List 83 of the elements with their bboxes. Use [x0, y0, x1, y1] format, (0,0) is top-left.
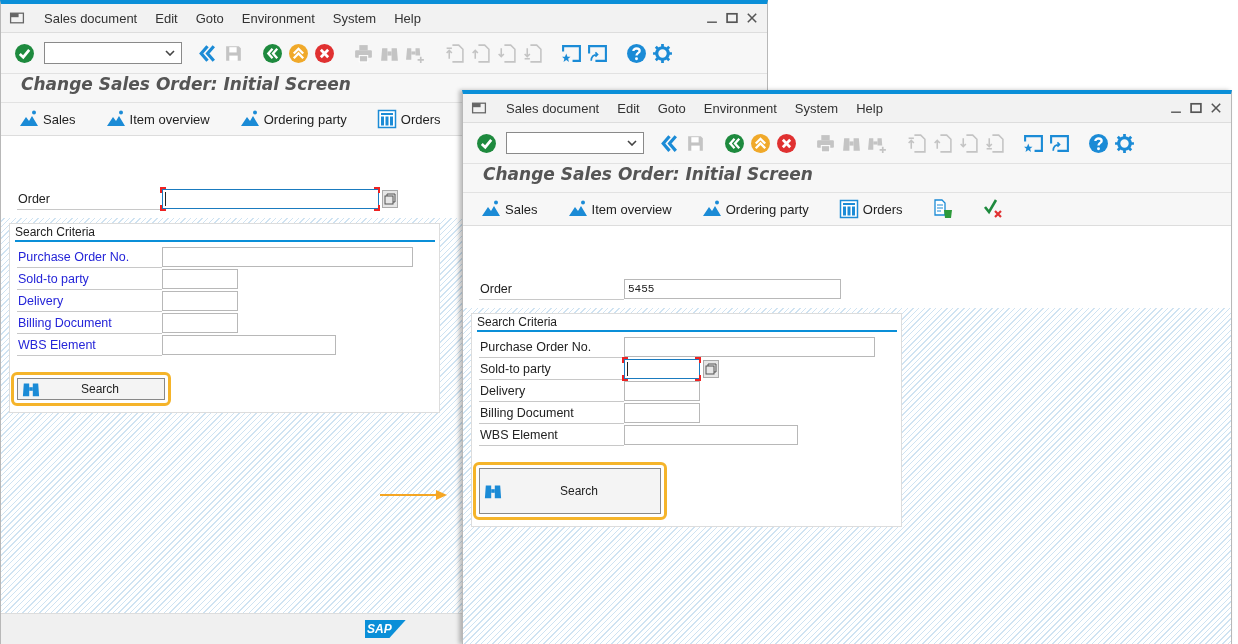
group-title: Search Criteria [15, 224, 435, 242]
input-field[interactable] [162, 313, 238, 333]
maximize-icon[interactable] [725, 11, 739, 25]
copy-icon [384, 193, 396, 205]
menu-icon[interactable] [471, 100, 487, 116]
logo: SAP [365, 620, 406, 638]
help-icon[interactable] [1088, 132, 1109, 154]
window-star-icon[interactable] [561, 42, 582, 64]
window-arrow-icon[interactable] [1049, 132, 1070, 154]
input-field[interactable] [162, 247, 413, 267]
mountain-icon [481, 199, 501, 219]
input-field[interactable] [624, 425, 798, 445]
window-arrow-icon[interactable] [587, 42, 608, 64]
mountain-icon [567, 199, 588, 219]
menu-item[interactable]: Sales document [497, 100, 609, 116]
menu-item[interactable]: Help [847, 100, 892, 116]
check-cross-icon[interactable] [982, 199, 1003, 219]
input-field[interactable] [162, 269, 238, 289]
menu-item[interactable]: Edit [608, 100, 649, 116]
settings-icon[interactable] [652, 42, 673, 64]
check-icon[interactable] [476, 132, 497, 154]
command-field[interactable] [44, 42, 182, 64]
menu-icon[interactable] [9, 10, 25, 26]
toolbar-button[interactable]: Ordering party [229, 109, 347, 129]
table-icon [376, 109, 397, 129]
arrow [380, 489, 448, 501]
input-field[interactable] [624, 359, 700, 379]
mountain-icon [105, 109, 126, 129]
toolbar-button[interactable]: Item overview [95, 109, 210, 129]
toolbar-button[interactable]: Orders [828, 199, 903, 219]
dropdown-caret-icon[interactable] [165, 50, 175, 56]
input-field[interactable] [162, 291, 238, 311]
command-field[interactable] [506, 132, 644, 154]
toolbar-button[interactable]: Sales [9, 109, 76, 129]
input-field[interactable] [624, 403, 700, 423]
input-field[interactable]: 5455 [624, 279, 841, 299]
close-icon[interactable] [1209, 101, 1223, 115]
dropdown-caret-icon[interactable] [627, 140, 637, 146]
search-button[interactable]: Search [17, 378, 165, 400]
menu-item[interactable]: Environment [232, 10, 324, 26]
input-field[interactable] [624, 381, 700, 401]
window-star-icon[interactable] [1023, 132, 1044, 154]
group-title: Search Criteria [477, 314, 897, 332]
search-button[interactable]: Search [479, 468, 661, 514]
maximize-icon[interactable] [1189, 101, 1203, 115]
copy-icon [705, 363, 717, 375]
cancel-icon[interactable] [776, 132, 797, 154]
toolbar-button[interactable]: Sales [471, 199, 538, 219]
table-icon [838, 199, 859, 219]
up-chevron-icon[interactable] [750, 132, 771, 154]
text-cursor [627, 362, 628, 376]
menu-item[interactable]: Goto [648, 100, 695, 116]
input-field[interactable] [162, 335, 336, 355]
input-field[interactable] [624, 337, 875, 357]
mountain-icon [19, 109, 39, 129]
cancel-icon[interactable] [314, 42, 335, 64]
menu-item[interactable]: Help [385, 10, 430, 26]
menu-item[interactable]: Goto [186, 10, 233, 26]
value-help-button[interactable] [703, 360, 719, 378]
screen-title: Change Sales Order: Initial Screen [463, 163, 1231, 193]
close-icon[interactable] [745, 11, 759, 25]
document-icon[interactable] [932, 199, 953, 219]
menu-item[interactable]: Sales document [35, 10, 147, 26]
back-icon[interactable] [262, 42, 283, 64]
settings-icon[interactable] [1114, 132, 1135, 154]
mountain-icon [701, 199, 722, 219]
back-icon[interactable] [724, 132, 745, 154]
mountain-icon [239, 109, 260, 129]
input-field[interactable] [162, 189, 379, 209]
value-help-button[interactable] [382, 190, 398, 208]
double-chevron-icon[interactable] [197, 42, 218, 64]
toolbar-button[interactable]: Item overview [557, 199, 672, 219]
menu-item[interactable]: System [785, 100, 848, 116]
double-chevron-icon[interactable] [659, 132, 680, 154]
help-icon[interactable] [626, 42, 647, 64]
menu-item[interactable]: System [323, 10, 386, 26]
up-chevron-icon[interactable] [288, 42, 309, 64]
toolbar-button[interactable]: Ordering party [691, 199, 809, 219]
menu-item[interactable]: Environment [694, 100, 786, 116]
toolbar-button[interactable]: Orders [366, 109, 441, 129]
text-cursor [165, 192, 166, 206]
menu-item[interactable]: Edit [146, 10, 187, 26]
check-icon[interactable] [14, 42, 35, 64]
